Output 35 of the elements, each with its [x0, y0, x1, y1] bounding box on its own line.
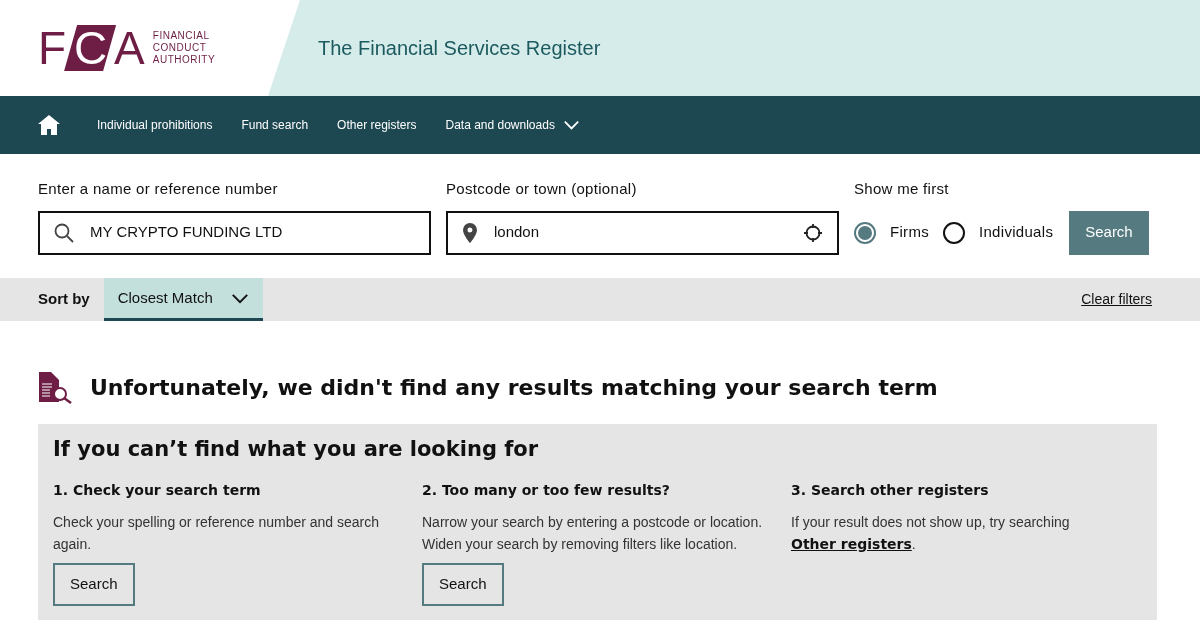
chevron-down-icon: [230, 292, 249, 304]
radio-button[interactable]: [854, 221, 876, 244]
sort-dropdown[interactable]: Closest Match: [103, 278, 263, 321]
field-label: Show me first: [854, 179, 950, 199]
nav-link[interactable]: Data and downloads: [445, 116, 580, 134]
nav-link[interactable]: Other registers: [337, 116, 417, 134]
help-text: Narrow your search by entering a postcode or location. Widen your search by removing filters like location.: [422, 512, 764, 554]
field-label: Enter a name or reference number: [38, 179, 279, 199]
nav-link[interactable]: Fund search: [241, 116, 309, 134]
map-pin-icon: [462, 222, 478, 243]
other-registers-link[interactable]: Other registers: [791, 535, 912, 552]
name-search-field[interactable]: MY CRYPTO FUNDING LTD: [38, 210, 431, 255]
help-subheading: 1. Check your search term: [53, 480, 262, 500]
search-button[interactable]: Search: [422, 562, 504, 606]
help-subheading: 3. Search other registers: [791, 480, 990, 500]
clear-filters-link[interactable]: Clear filters: [1081, 289, 1152, 310]
radio-label: Firms: [890, 222, 929, 243]
document-search-icon: [38, 371, 74, 404]
search-icon: [54, 222, 74, 243]
radio-label: Individuals: [979, 222, 1054, 243]
radio-button[interactable]: [943, 221, 965, 244]
sort-label: Sort by: [38, 289, 90, 310]
nav-link[interactable]: Individual prohibitions: [97, 116, 213, 134]
locate-icon[interactable]: [803, 222, 823, 243]
field-label: Postcode or town (optional): [446, 179, 638, 199]
help-text: Check your spelling or reference number and search again.: [53, 512, 381, 554]
search-button[interactable]: Search: [1069, 210, 1149, 255]
location-field[interactable]: london: [446, 210, 839, 255]
help-text: If your result does not show up, try searching Other registers.: [791, 512, 1071, 554]
site-title: The Financial Services Register: [318, 36, 601, 61]
help-subheading: 2. Too many or too few results?: [422, 480, 671, 500]
search-button[interactable]: Search: [53, 562, 135, 606]
home-icon[interactable]: [38, 115, 60, 135]
no-results-heading: Unfortunately, we didn't find any results matching your search term: [90, 374, 938, 402]
help-heading: If you can’t find what you are looking for: [53, 436, 540, 463]
